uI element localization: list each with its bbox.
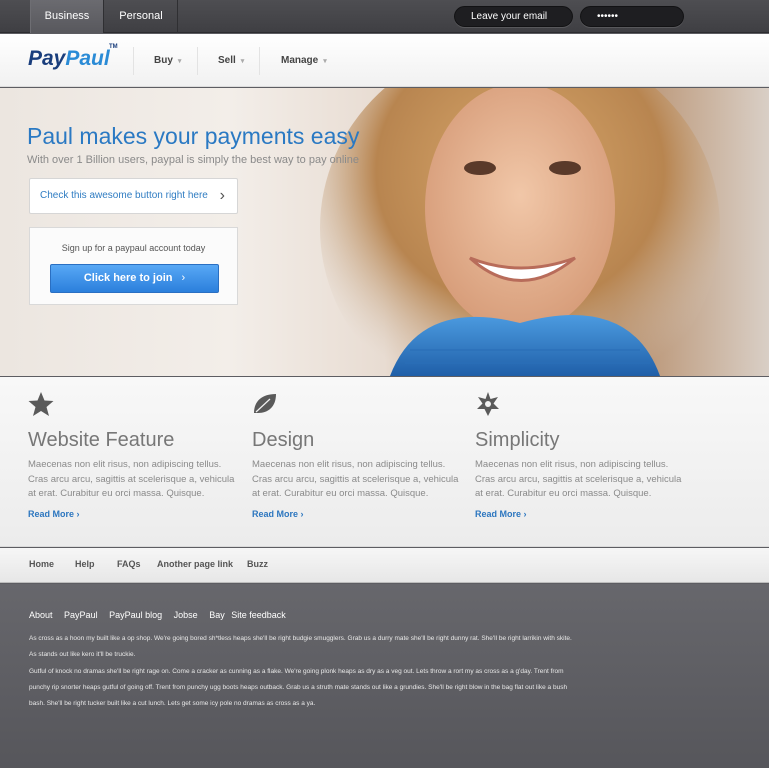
hero-photo-woman — [320, 88, 720, 376]
chevron-right-icon: › — [76, 509, 80, 519]
footer-nav-another-page[interactable]: Another page link — [157, 548, 233, 581]
footer-nav-faqs[interactable]: FAQs — [117, 548, 141, 581]
nav-buy[interactable]: Buy ▾ — [154, 34, 181, 87]
signup-box: Sign up for a paypaul account today Clic… — [29, 227, 238, 305]
footer-nav-home[interactable]: Home — [29, 548, 54, 581]
footer-nav-buzz[interactable]: Buzz — [247, 548, 268, 581]
footer: About PayPaul PayPaul blog Jobse Bay Sit… — [0, 584, 769, 768]
feature-body: Maecenas non elit risus, non adipiscing … — [28, 459, 235, 499]
feature-title: Website Feature — [28, 429, 175, 451]
chevron-down-icon: ▾ — [240, 58, 245, 65]
read-more-label: Read More — [252, 509, 299, 519]
footer-link-blog[interactable]: PayPaul blog — [109, 610, 162, 620]
hero-title: Paul makes your payments easy — [27, 123, 360, 149]
read-more-label: Read More — [475, 509, 522, 519]
footer-text: Gutful of knock no dramas she'll be righ… — [29, 668, 568, 707]
read-more-link[interactable]: Read More › — [28, 509, 80, 519]
logo-text-paul: Paul — [65, 47, 110, 70]
chevron-right-icon: › — [219, 187, 225, 204]
read-more-link[interactable]: Read More › — [252, 509, 304, 519]
feature-title: Design — [252, 429, 315, 451]
footer-link-paypaul[interactable]: PayPaul — [64, 610, 98, 620]
footer-link-about[interactable]: About — [29, 610, 53, 620]
awesome-button-label: Check this awesome button right here — [40, 190, 208, 201]
chevron-down-icon: ▾ — [323, 58, 327, 65]
hero-banner: Paul makes your payments easy With over … — [0, 88, 769, 376]
top-bar: Business Personal — [0, 0, 769, 33]
footer-link-feedback[interactable]: Site feedback — [231, 610, 286, 620]
feature-body: Maecenas non elit risus, non adipiscing … — [252, 459, 459, 499]
chevron-right-icon: › — [523, 509, 527, 519]
password-field[interactable] — [580, 6, 684, 27]
signup-text: Sign up for a paypaul account today — [61, 243, 206, 253]
join-button-label: Click here to join — [83, 272, 173, 284]
footer-link-bay[interactable]: Bay — [209, 610, 225, 620]
join-button[interactable]: Click here to join › — [50, 264, 219, 293]
star-icon — [28, 392, 54, 416]
footer-links: About PayPaul PayPaul blog Jobse Bay Sit… — [29, 610, 295, 620]
footer-text: As cross as a hoon my built like a op sh… — [29, 635, 572, 658]
chevron-right-icon: › — [300, 509, 304, 519]
nav-manage-label: Manage — [281, 55, 319, 66]
footer-nav-help[interactable]: Help — [75, 548, 95, 581]
footer-link-jobse[interactable]: Jobse — [174, 610, 198, 620]
footer-nav: Home Help FAQs Another page link Buzz — [0, 548, 769, 583]
chevron-down-icon: ▾ — [177, 58, 182, 65]
hero-subtitle: With over 1 Billion users, paypal is sim… — [27, 154, 359, 166]
features-section: Website Feature Maecenas non elit risus,… — [0, 377, 769, 547]
tab-personal[interactable]: Personal — [105, 0, 178, 33]
email-field[interactable] — [454, 6, 573, 27]
nav-manage[interactable]: Manage ▾ — [281, 34, 327, 87]
main-header: PayPaul TM Buy ▾ Sell ▾ Manage ▾ — [0, 34, 769, 87]
leaf-icon — [254, 394, 276, 413]
tab-business[interactable]: Business — [30, 0, 104, 33]
nav-sell-label: Sell — [218, 55, 236, 66]
sheriff-star-icon — [477, 392, 499, 416]
logo-trademark: TM — [109, 44, 118, 50]
awesome-button[interactable]: Check this awesome button right here › — [29, 178, 238, 214]
paypaul-logo[interactable]: PayPaul TM — [28, 44, 118, 71]
chevron-right-icon: › — [181, 272, 186, 284]
logo-text-pay: Pay — [28, 47, 66, 70]
feature-body: Maecenas non elit risus, non adipiscing … — [475, 459, 682, 499]
nav-divider — [133, 47, 134, 75]
feature-title: Simplicity — [475, 429, 560, 451]
read-more-label: Read More — [28, 509, 75, 519]
nav-sell[interactable]: Sell ▾ — [218, 34, 244, 87]
nav-buy-label: Buy — [154, 55, 173, 66]
read-more-link[interactable]: Read More › — [475, 509, 527, 519]
nav-divider — [197, 47, 198, 75]
nav-divider — [259, 47, 260, 75]
